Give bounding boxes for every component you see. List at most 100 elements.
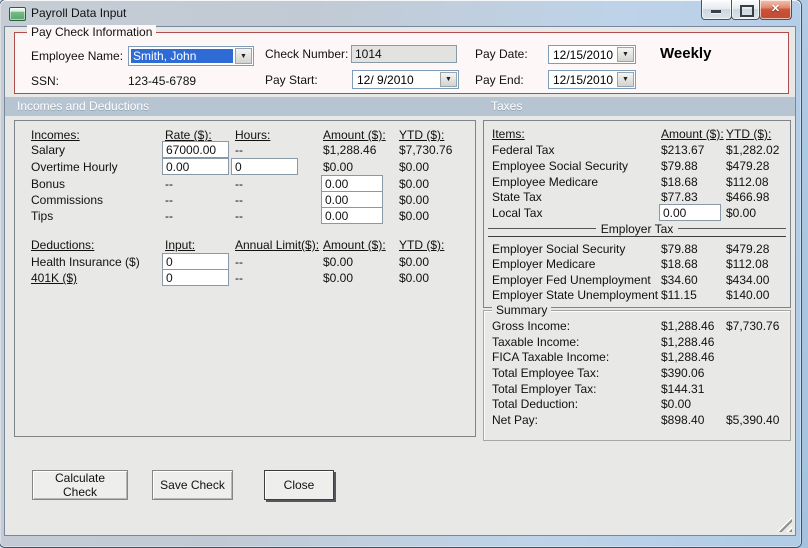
pay-end-label: Pay End: [475,73,524,87]
incomes-header: Incomes: [31,128,80,142]
income-hours: -- [235,209,243,223]
summary-amount: $1,288.46 [661,335,715,349]
tax-row-local: Local Tax $0.00 [484,204,790,221]
income-row-overtime: Overtime Hourly $0.00 $0.00 [15,158,475,175]
hours-header: Hours: [235,128,271,142]
chevron-down-icon[interactable]: ▼ [617,72,634,87]
local-tax-input[interactable] [659,204,721,221]
deduction-401k-link[interactable]: 401K ($) [31,270,77,286]
tax-row-employer-medicare: Employer Medicare $18.68 $112.08 [484,256,790,272]
paycheck-group-title: Pay Check Information [27,25,157,39]
summary-label: FICA Taxable Income: [492,350,610,364]
deduction-ytd: $0.00 [399,255,430,269]
income-ytd: $0.00 [399,160,430,174]
chevron-down-icon[interactable]: ▼ [440,72,457,87]
income-amount: $1,288.46 [323,143,377,157]
tax-label: Employer Social Security [492,242,626,256]
tax-row-employer-fed-unemployment: Employer Fed Unemployment $34.60 $434.00 [484,272,790,288]
titlebar[interactable]: Payroll Data Input ✕ [0,0,801,27]
save-check-button[interactable]: Save Check [152,470,233,500]
tax-amount: $79.88 [661,159,698,173]
tax-label: Employee Social Security [492,159,629,173]
salary-rate-input[interactable] [162,141,229,158]
income-rate: -- [165,193,173,207]
overtime-rate-input[interactable] [162,158,229,175]
close-button[interactable]: Close [264,470,334,500]
annual-limit-header: Annual Limit($): [235,238,320,252]
tax-row-emp-medicare: Employee Medicare $18.68 $112.08 [484,174,790,190]
income-ytd: $0.00 [399,209,430,223]
tax-amount: $79.88 [661,242,698,256]
deduction-label: Health Insurance ($) [31,255,140,269]
incomes-deductions-panel: Incomes: Rate ($): Hours: Amount ($): YT… [14,120,476,437]
income-ytd: $0.00 [399,177,430,191]
income-label: Bonus [31,177,66,191]
pay-date-label: Pay Date: [475,47,528,61]
ytd-header: YTD ($): [399,128,445,142]
resize-grip[interactable] [777,517,792,532]
deduction-annual-limit: -- [235,255,243,269]
bonus-amount-input[interactable] [321,175,383,192]
tax-amount: $11.15 [661,288,697,302]
summary-row-gross: Gross Income: $1,288.46 $7,730.76 [484,318,790,334]
income-row-salary: Salary -- $1,288.46 $7,730.76 [15,141,475,158]
tips-amount-input[interactable] [321,207,383,224]
tax-ytd: $0.00 [726,206,757,220]
tax-ytd: $112.08 [726,257,769,271]
summary-amount: $1,288.46 [661,319,715,333]
health-insurance-input[interactable] [162,253,229,270]
income-row-commissions: Commissions -- -- $0.00 [15,191,475,208]
tax-row-emp-social-security: Employee Social Security $79.88 $479.28 [484,158,790,174]
pay-start-datepicker[interactable]: 12/ 9/2010 ▼ [352,70,459,89]
minimize-button[interactable] [701,0,732,20]
summary-row-taxable: Taxable Income: $1,288.46 [484,334,790,350]
deduction-ytd: $0.00 [399,271,430,285]
tax-amount: $213.67 [661,143,705,157]
deductions-header: Deductions: [31,238,95,252]
summary-group: Summary Gross Income: $1,288.46 $7,730.7… [483,303,791,441]
tax-amount: $34.60 [661,273,698,287]
summary-amount: $898.40 [661,413,705,427]
chevron-down-icon[interactable]: ▼ [617,47,634,62]
deduction-annual-limit: -- [235,271,243,285]
income-label: Salary [31,143,66,157]
summary-label: Net Pay: [492,413,539,427]
employer-tax-title: Employer Tax [600,221,674,236]
incomes-band-title: Incomes and Deductions [17,99,150,113]
tax-ytd: $434.00 [726,273,770,287]
summary-row-total-employee-tax: Total Employee Tax: $390.06 [484,365,790,381]
app-window-icon [9,7,26,21]
summary-label: Taxable Income: [492,335,580,349]
commissions-amount-input[interactable] [321,191,383,208]
summary-ytd: $7,730.76 [726,319,780,333]
overtime-hours-input[interactable] [231,158,298,175]
pay-end-datepicker[interactable]: 12/15/2010 ▼ [548,70,636,89]
pay-date-datepicker[interactable]: 12/15/2010 ▼ [548,45,636,64]
tax-row-employer-state-unemployment: Employer State Unemployment $11.15 $140.… [484,287,790,303]
summary-amount: $1,288.46 [661,350,715,364]
deduction-row-401k: 401K ($) -- $0.00 $0.00 [15,269,475,286]
chevron-down-icon[interactable]: ▼ [235,48,252,64]
deductions-header-row: Deductions: Input: Annual Limit($): Amou… [15,237,475,253]
income-rate: -- [165,209,173,223]
items-header: Items: [492,127,525,141]
pay-start-value: 12/ 9/2010 [357,73,414,86]
taxes-band-title: Taxes [491,99,523,113]
close-window-button[interactable]: ✕ [759,0,792,20]
summary-group-title: Summary [492,303,552,317]
pay-start-label: Pay Start: [265,73,318,87]
summary-amount: $0.00 [661,397,692,411]
deduction-amount: $0.00 [323,271,354,285]
income-hours: -- [235,177,243,191]
input-header: Input: [165,238,196,252]
income-amount: $0.00 [323,160,354,174]
401k-input[interactable] [162,269,229,286]
maximize-button[interactable] [731,0,760,20]
check-number-field[interactable] [351,45,457,63]
employee-name-combobox[interactable]: Smith, John ▼ [128,46,254,66]
tax-label: Employer Medicare [492,257,596,271]
tax-row-state: State Tax $77.83 $466.98 [484,189,790,205]
calculate-check-button[interactable]: Calculate Check [32,470,128,500]
ssn-value: 123-45-6789 [128,74,197,88]
deduction-row-health-insurance: Health Insurance ($) -- $0.00 $0.00 [15,253,475,270]
